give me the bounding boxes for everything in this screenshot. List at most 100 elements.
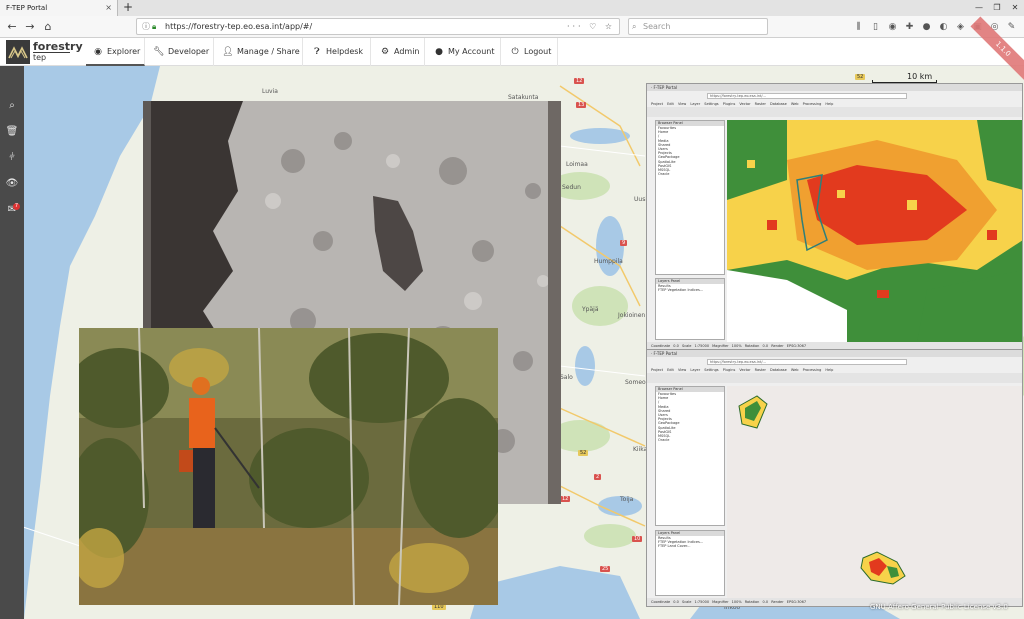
notification-badge: 7 [13,203,20,210]
qgis-window-top[interactable]: · F-TEP Portal https://forestry-tep.eo.e… [646,83,1023,351]
search-input[interactable]: ⌕ Search [628,18,768,35]
url-bar[interactable]: https://forestry-tep.eo.esa.int/... [707,93,907,99]
nav-label: Admin [394,47,420,56]
nav-admin[interactable]: ⚙ Admin [373,38,425,66]
url-bar[interactable]: https://forestry-tep.eo.esa.int/... [707,359,907,365]
window-controls: — ❐ ✕ [970,0,1024,16]
sliders-icon[interactable]: ⫩ [0,148,24,168]
nav-label: Helpdesk [326,47,364,56]
search-icon: ⌕ [632,22,637,31]
window-title: · F-TEP Portal [647,350,1022,357]
window-title: · F-TEP Portal [647,84,1022,91]
forestry-tep-logo[interactable] [6,40,30,64]
nav-label: Manage / Share [237,47,300,56]
extension-icon[interactable]: ◉ [884,20,901,34]
map-label: Luvia [262,88,278,95]
sidebar-toggle-icon[interactable]: ▯ [867,20,884,34]
message-icon[interactable]: ✉ 7 [0,200,24,220]
extension-icon[interactable]: ● [918,20,935,34]
account-icon: ● [435,47,443,57]
qgis-window-bottom[interactable]: · F-TEP Portal https://forestry-tep.eo.e… [646,349,1023,607]
wrench-icon: 🔧︎ [153,47,165,57]
qgis-toolbar[interactable] [647,373,1022,383]
map-label: Toija [620,496,634,503]
nav-label: My Account [448,47,495,56]
qgis-map-canvas[interactable] [727,120,1022,342]
nav-manage-share[interactable]: 👤︎ Manage / Share [216,38,303,66]
library-icon[interactable]: ⫼ [850,20,867,34]
road-number: 25 [600,566,611,572]
back-button[interactable]: ← [4,19,20,35]
left-sidebar: ⌕ 🗑︎ ⫩ 👁︎ ✉ 7 [0,66,24,619]
forward-button[interactable]: → [22,19,38,35]
menu-icon[interactable]: ≡ [1020,20,1024,34]
road-number: 12 [560,496,571,502]
app-header: forestry tep ◉ Explorer 🔧︎ Developer 👤︎ Man… [0,38,1024,66]
layers-panel[interactable]: Layers Panel Results FTEP Vegetation Ind… [655,278,725,340]
close-window-button[interactable]: ✕ [1006,0,1024,16]
extension-icon[interactable]: ◈ [952,20,969,34]
search-placeholder: Search [643,22,671,31]
question-icon: ❓︎ [314,47,320,57]
road-number: 12 [574,78,585,84]
extension-icon[interactable]: ✎ [1003,20,1020,34]
map-label: Humppila [594,258,623,265]
browser-panel[interactable]: Browser Panel Favourites Home / Media Sh… [655,386,725,526]
qgis-map-canvas[interactable] [727,386,1022,598]
road-number: 52 [855,74,866,80]
browser-tab-strip: F-TEP Portal × + — ❐ ✕ [0,0,1024,16]
tree-item[interactable]: Oracle [658,438,724,442]
map-label: Jokioinen [618,312,646,319]
ndvi-raster [727,120,1022,342]
layer-item[interactable]: FTEP Land Cover... [658,544,724,548]
url-text: https://forestry-tep.eo.esa.int/app/#/ [165,22,313,31]
browser-toolbar-icons: ⫼ ▯ ◉ ✚ ● ◐ ◈ ▣ ◎ ✎ ≡ [850,20,1024,34]
extension-icon[interactable]: ◐ [935,20,952,34]
url-bar[interactable]: ⓘ 🔒︎ https://forestry-tep.eo.esa.int/app… [136,18,620,35]
land-cover-raster [727,386,1022,598]
eye-icon[interactable]: 👁︎ [0,174,24,194]
road-number: 52 [578,450,589,456]
nav-explorer[interactable]: ◉ Explorer [86,38,145,66]
nav-helpdesk[interactable]: ❓︎ Helpdesk [305,38,371,66]
url-actions[interactable]: ··· ♡ ☆ [567,19,615,34]
nav-my-account[interactable]: ● My Account [427,38,501,66]
road-number: 9 [620,240,628,246]
extension-icon[interactable]: ✚ [901,20,918,34]
nav-label: Developer [168,47,210,56]
forestry-worker-photo [79,328,498,605]
map-label: Someo [625,379,646,386]
nav-label: Explorer [107,47,141,56]
user-icon: 👤︎ [222,47,234,57]
layer-item[interactable]: FTEP Vegetation Indices... [658,288,724,292]
trash-icon[interactable]: 🗑︎ [0,122,24,142]
road-number: 10 [632,536,643,542]
brand-sub: tep [33,53,47,62]
info-icon[interactable]: ⓘ [142,19,150,34]
browser-navbar: ← → ⌂ ⓘ 🔒︎ https://forestry-tep.eo.esa.i… [0,16,1024,38]
tree-item[interactable]: Oracle [658,172,724,176]
power-icon: ⏻ [511,47,519,57]
forestry-photo-graphic [79,328,498,605]
map-label: Satakunta [508,94,539,101]
road-number: 13 [576,102,587,108]
maximize-button[interactable]: ❐ [988,0,1006,16]
map-label: Salo [560,374,573,381]
search-icon[interactable]: ⌕ [0,96,24,116]
home-button[interactable]: ⌂ [40,19,56,35]
tab-close-icon[interactable]: × [105,3,112,12]
license-text: GNU Affero General Public License v3.0 [870,603,1008,611]
browser-tab[interactable]: F-TEP Portal × [0,0,118,16]
map-label: Ypäjä [582,306,599,313]
nav-label: Logout [524,47,552,56]
nav-developer[interactable]: 🔧︎ Developer [147,38,214,66]
map-label: Sedun [562,184,581,191]
compass-icon: ◉ [94,47,102,57]
road-number: 2 [594,474,602,480]
nav-logout[interactable]: ⏻ Logout [503,38,558,66]
minimize-button[interactable]: — [970,0,988,16]
browser-panel[interactable]: Browser Panel Favourites Home / Media Sh… [655,120,725,275]
new-tab-button[interactable]: + [123,0,133,14]
layers-panel[interactable]: Layers Panel Results FTEP Vegetation Ind… [655,530,725,596]
qgis-toolbar[interactable] [647,107,1022,117]
